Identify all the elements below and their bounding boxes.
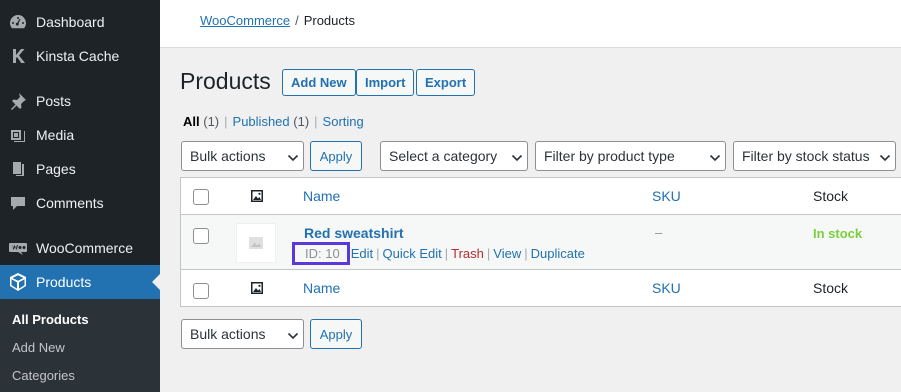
view-all-count: (1): [203, 114, 220, 129]
category-value: Select a category: [389, 148, 498, 164]
sidebar-item-label: Kinsta Cache: [36, 48, 120, 64]
apply-button-top[interactable]: Apply: [310, 141, 362, 171]
comment-icon: [0, 193, 36, 213]
chevron-down-icon: [709, 151, 721, 162]
product-type-value: Filter by product type: [544, 148, 675, 164]
breadcrumb-separator: /: [295, 13, 299, 28]
page-title: Products: [180, 68, 271, 94]
media-icon: [0, 125, 36, 145]
product-thumbnail[interactable]: [236, 223, 276, 263]
views-separator: |: [314, 114, 318, 129]
action-separator: |: [376, 246, 380, 261]
view-all-label: All: [183, 114, 200, 129]
column-stock-header: Stock: [813, 188, 849, 204]
placeholder-image-icon: [249, 237, 263, 249]
view-published-label: Published: [232, 114, 290, 129]
product-name-link[interactable]: Red sweatshirt: [304, 225, 404, 241]
breadcrumb-link-woocommerce[interactable]: WooCommerce: [200, 13, 290, 28]
sidebar-item-woocommerce[interactable]: WooCommerce: [0, 231, 160, 265]
box-icon: [0, 272, 36, 292]
chevron-down-icon: [287, 329, 299, 340]
bulk-actions-value: Bulk actions: [190, 326, 266, 342]
sku-value: –: [655, 225, 663, 240]
view-all-link[interactable]: All (1): [183, 114, 219, 129]
sidebar-item-label: Media: [36, 127, 75, 143]
chevron-down-icon: [511, 151, 523, 162]
bulk-actions-select-bottom[interactable]: Bulk actions: [181, 319, 304, 349]
stock-status-badge: In stock: [813, 226, 863, 241]
apply-button-bottom[interactable]: Apply: [310, 319, 362, 349]
sidebar-item-label: Pages: [36, 161, 76, 177]
woocommerce-icon: [0, 238, 36, 258]
sidebar-item-products[interactable]: Products: [0, 265, 160, 299]
top-bar: WooCommerce / Products: [160, 0, 901, 48]
pushpin-icon: [0, 91, 36, 111]
products-table: Name SKU Stock Red sweatshirt ID: 10 Edit…: [180, 177, 901, 307]
column-sku-header[interactable]: SKU: [652, 188, 681, 204]
chevron-down-icon: [287, 151, 299, 162]
view-published-count: (1): [293, 114, 310, 129]
column-stock-footer: Stock: [813, 280, 849, 296]
sidebar-item-media[interactable]: Media: [0, 118, 160, 152]
views-separator: |: [224, 114, 228, 129]
stock-status-value: Filter by stock status: [742, 148, 870, 164]
column-name-footer[interactable]: Name: [303, 280, 340, 296]
column-name-header[interactable]: Name: [303, 188, 340, 204]
views-filter: All (1) | Published (1) | Sorting: [183, 114, 364, 129]
sidebar-item-comments[interactable]: Comments: [0, 186, 160, 220]
product-type-select[interactable]: Filter by product type: [535, 141, 726, 171]
pages-icon: [0, 159, 36, 179]
products-submenu: All Products Add New Categories: [0, 299, 160, 392]
edit-link[interactable]: Edit: [351, 246, 373, 261]
select-all-checkbox[interactable]: [193, 189, 209, 205]
image-column-icon: [250, 189, 264, 203]
submenu-item-add-new[interactable]: Add New: [12, 340, 65, 355]
sidebar-separator: [0, 226, 160, 227]
column-sku-footer[interactable]: SKU: [652, 280, 681, 296]
quick-edit-link[interactable]: Quick Edit: [382, 246, 441, 261]
sidebar-item-label: Comments: [36, 195, 104, 211]
table-header-row: Name SKU Stock: [181, 178, 901, 214]
bulk-actions-select-top[interactable]: Bulk actions: [181, 141, 304, 171]
bulk-actions-value: Bulk actions: [190, 148, 266, 164]
submenu-item-categories[interactable]: Categories: [12, 368, 75, 383]
submenu-item-all-products[interactable]: All Products: [12, 312, 89, 327]
export-button[interactable]: Export: [416, 69, 476, 96]
sidebar-item-label: Products: [36, 274, 92, 290]
sidebar-item-dashboard[interactable]: Dashboard: [0, 5, 160, 39]
view-published-link[interactable]: Published (1): [233, 114, 310, 129]
duplicate-link[interactable]: Duplicate: [531, 246, 585, 261]
import-button[interactable]: Import: [356, 69, 415, 96]
sidebar-item-pages[interactable]: Pages: [0, 152, 160, 186]
view-link[interactable]: View: [493, 246, 521, 261]
breadcrumb: WooCommerce / Products: [200, 13, 355, 28]
table-footer-row: Name SKU Stock: [181, 270, 901, 306]
action-separator: |: [444, 246, 449, 261]
sidebar-item-label: WooCommerce: [36, 240, 133, 256]
image-column-icon: [250, 281, 264, 295]
admin-sidebar: Dashboard Kinsta Cache Posts Media Pages…: [0, 0, 160, 392]
action-separator: |: [486, 246, 491, 261]
sidebar-item-label: Posts: [36, 93, 72, 109]
row-checkbox[interactable]: [193, 228, 209, 244]
stock-status-select[interactable]: Filter by stock status: [733, 141, 896, 171]
dashboard-icon: [0, 12, 36, 32]
chevron-down-icon: [879, 151, 891, 162]
trash-link[interactable]: Trash: [451, 246, 484, 261]
view-sorting-link[interactable]: Sorting: [323, 114, 364, 129]
select-all-checkbox-footer[interactable]: [193, 283, 209, 299]
sidebar-item-kinsta-cache[interactable]: Kinsta Cache: [0, 39, 160, 73]
breadcrumb-current: Products: [303, 13, 355, 28]
sidebar-item-label: Dashboard: [36, 14, 105, 30]
product-id-highlight: ID: 10: [292, 242, 350, 265]
kinsta-icon: [0, 46, 36, 66]
row-actions: ID: 10 Edit | Quick Edit | Trash | View | Duplica…: [292, 242, 585, 265]
sidebar-separator: [0, 79, 160, 80]
add-new-button[interactable]: Add New: [282, 69, 356, 96]
table-row: Red sweatshirt ID: 10 Edit | Quick Edit | Tra…: [181, 214, 901, 270]
sidebar-item-posts[interactable]: Posts: [0, 84, 160, 118]
category-select[interactable]: Select a category: [380, 141, 528, 171]
action-separator: |: [524, 246, 528, 261]
